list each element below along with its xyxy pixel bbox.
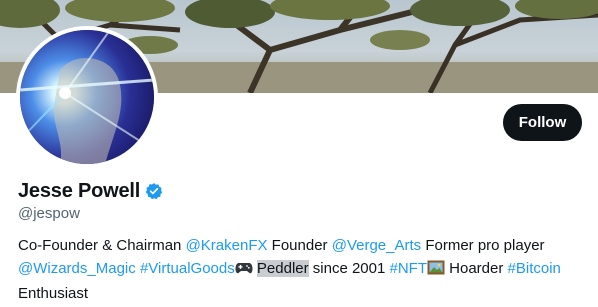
bio-hashtag-virtualgoods[interactable]: #VirtualGoods bbox=[140, 260, 235, 277]
framed-picture-icon bbox=[427, 259, 445, 282]
bio-text: Hoarder bbox=[445, 260, 508, 277]
bio-text: Co-Founder & Chairman bbox=[18, 237, 186, 254]
bio-hashtag-nft[interactable]: #NFT bbox=[390, 260, 428, 277]
avatar-image bbox=[20, 30, 154, 164]
bio-text: Founder bbox=[267, 237, 332, 254]
bio-mention-verge-arts[interactable]: @Verge_Arts bbox=[332, 237, 421, 254]
bio-text: Former pro player bbox=[421, 237, 545, 254]
profile-bio: Co-Founder & Chairman @KrakenFX Founder … bbox=[18, 234, 588, 305]
bio-mention-krakenfx[interactable]: @KrakenFX bbox=[186, 237, 268, 254]
bio-highlighted-text: Peddler bbox=[256, 260, 309, 277]
game-controller-icon bbox=[235, 259, 253, 282]
bio-text: since 2001 bbox=[308, 260, 390, 277]
bio-mention-wizards-magic[interactable]: @Wizards_Magic bbox=[18, 260, 136, 277]
follow-button[interactable]: Follow bbox=[503, 104, 582, 141]
user-handle: @jespow bbox=[18, 205, 80, 222]
bio-hashtag-bitcoin[interactable]: #Bitcoin bbox=[508, 260, 561, 277]
verified-badge-icon[interactable] bbox=[145, 182, 163, 200]
avatar[interactable] bbox=[16, 26, 158, 168]
name-row: Jesse Powell bbox=[18, 178, 163, 204]
display-name: Jesse Powell bbox=[18, 179, 141, 202]
bio-text: Enthusiast bbox=[18, 285, 89, 302]
